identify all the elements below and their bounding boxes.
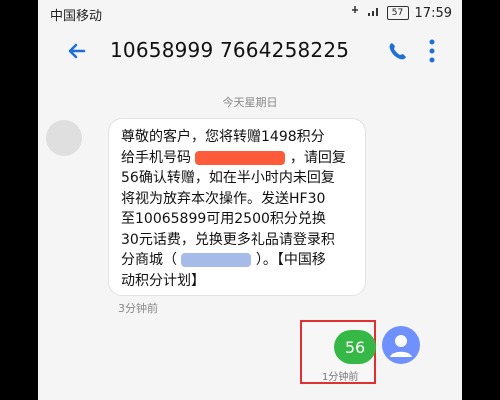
status-bar: 中国移动 57 17:59: [38, 0, 462, 26]
msg-line-5: 至10065899可用2500积分兑换: [121, 211, 326, 227]
incoming-message-text: 尊敬的客户，您将转赠1498积分 给手机号码 ，请回复 56确认转赠，如在半小时…: [121, 127, 353, 291]
conversation-header: 10658999 7664258225: [38, 26, 462, 78]
signal-icon: [367, 5, 381, 21]
redacted-phone-number: [195, 150, 286, 165]
sender-avatar[interactable]: [46, 120, 82, 156]
msg-line-6: 30元话费，兑换更多礼品请登录积: [121, 231, 335, 248]
incoming-message-bubble[interactable]: 尊敬的客户，您将转赠1498积分 给手机号码 ，请回复 56确认转赠，如在半小时…: [108, 118, 366, 296]
msg-line-8: 动积分计划】: [121, 272, 205, 289]
phone-screen: 中国移动 57 17:59 10658999 7664258225 今天星期日 …: [38, 0, 462, 400]
date-separator: 今天星期日: [222, 96, 278, 109]
my-avatar-icon[interactable]: [382, 326, 420, 364]
redacted-link[interactable]: [181, 253, 252, 267]
silent-icon: [349, 5, 361, 21]
msg-line-7: 分商城（ ）。【中国移: [121, 250, 353, 271]
msg-line-4: 将视为放弃本次操作。发送HF30: [121, 190, 326, 207]
sender-number: 10658999 7664258225: [110, 38, 350, 62]
right-black-frame: [462, 0, 500, 400]
battery-level: 57: [391, 8, 404, 18]
msg-line-7-start: 分商城（: [121, 252, 177, 268]
left-black-frame: [0, 0, 38, 400]
msg-line-1: 尊敬的客户，您将转赠1498积分: [121, 129, 325, 145]
msg-line-7-end: ）。【中国移: [255, 252, 326, 268]
back-arrow-icon[interactable]: [64, 38, 90, 64]
carrier-label: 中国移动: [50, 9, 103, 24]
more-vert-icon[interactable]: [426, 36, 438, 66]
msg-line-2-end: ，请回复: [289, 149, 346, 166]
outgoing-message-bubble[interactable]: 56: [334, 330, 376, 364]
clock: 17:59: [414, 5, 452, 21]
phone-icon[interactable]: [384, 38, 410, 64]
msg-line-2-start: 给手机号码: [121, 149, 191, 166]
outgoing-message-text: 56: [344, 337, 366, 357]
msg-line-2: 给手机号码 ，请回复: [121, 148, 353, 169]
status-right: 57 17:59: [349, 5, 452, 21]
incoming-timestamp: 3分钟前: [118, 302, 158, 315]
msg-line-3: 56确认转赠，如在半小时内未回复: [121, 170, 335, 186]
outgoing-timestamp: 1分钟前: [322, 372, 359, 383]
battery-icon: 57: [386, 6, 409, 20]
